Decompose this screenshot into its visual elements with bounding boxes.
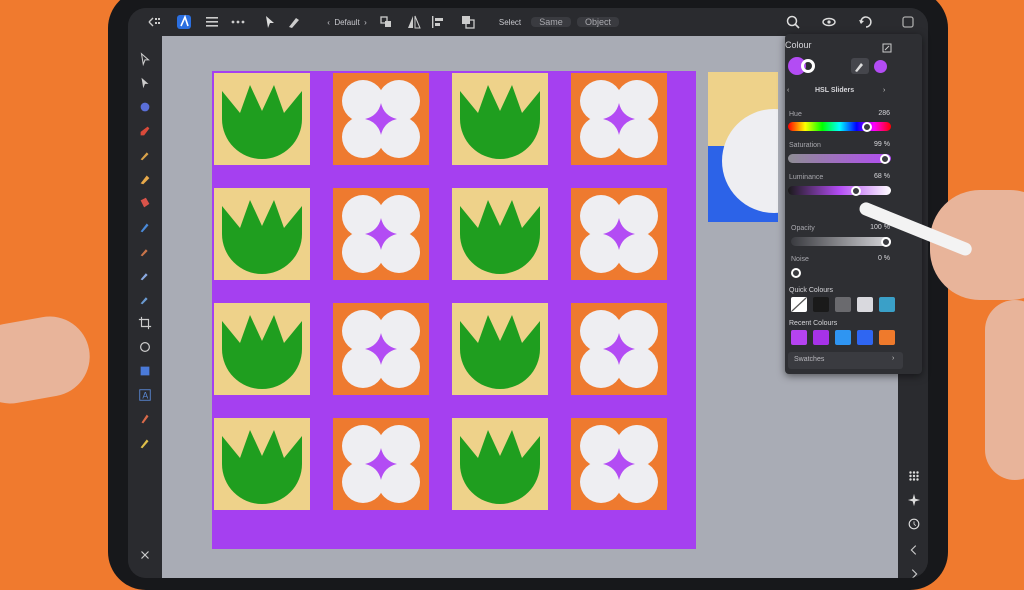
quick-colour-swatch[interactable] [857, 297, 873, 312]
chevron-right-icon[interactable]: › [883, 87, 885, 94]
move-icon[interactable] [136, 50, 154, 68]
hue-slider-knob[interactable] [861, 121, 872, 132]
opacity-value: 100 % [870, 224, 890, 231]
hue-slider[interactable] [788, 122, 891, 131]
hue-value: 286 [878, 110, 890, 117]
transparency-icon[interactable] [136, 266, 154, 284]
chevron-left-icon[interactable]: ‹ [787, 87, 789, 94]
pencil-tool-icon[interactable] [136, 434, 154, 452]
mode-label[interactable]: HSL Sliders [815, 87, 854, 94]
brush-icon[interactable] [136, 146, 154, 164]
svg-text:A: A [142, 391, 148, 401]
crop-icon[interactable] [136, 314, 154, 332]
snapping-icon[interactable] [376, 12, 396, 32]
chevron-right-icon[interactable] [906, 566, 922, 578]
saturation-label: Saturation [789, 142, 821, 149]
menu-icon[interactable] [202, 12, 222, 32]
colour-panel: Colour ‹ HSL Sliders › Hue 286 Saturatio… [785, 34, 922, 374]
home-grid-icon[interactable] [142, 12, 168, 32]
eyedropper-icon[interactable] [136, 242, 154, 260]
fill-icon[interactable] [136, 194, 154, 212]
recent-colour-swatch[interactable] [879, 330, 895, 345]
recent-colour-swatch[interactable] [857, 330, 873, 345]
quick-colour-swatch[interactable] [835, 297, 851, 312]
ellipse-icon[interactable] [136, 338, 154, 356]
colour-panel-expand-icon[interactable] [882, 40, 892, 53]
vector-pencil-icon[interactable] [136, 410, 154, 428]
swatches-button[interactable]: Swatches › [788, 352, 903, 369]
pixel-persona-icon[interactable] [284, 12, 304, 32]
pencil-icon[interactable] [136, 122, 154, 140]
recent-colour-swatch[interactable] [791, 330, 807, 345]
quick-colour-swatch[interactable] [791, 297, 807, 312]
arrange-icon[interactable] [458, 12, 478, 32]
recent-colour-swatch[interactable] [835, 330, 851, 345]
align-icon[interactable] [428, 12, 448, 32]
text-icon[interactable]: A [136, 386, 154, 404]
app-logo-icon[interactable] [174, 12, 194, 32]
luminance-slider[interactable] [788, 186, 891, 195]
select-label: Select [498, 17, 522, 27]
pen-icon[interactable] [136, 98, 154, 116]
chevron-right-icon: › [892, 355, 895, 362]
noise-value: 0 % [877, 255, 890, 262]
quick-colours-label: Quick Colours [789, 287, 833, 294]
opacity-slider-knob[interactable] [881, 236, 891, 247]
pointer-persona-icon[interactable] [260, 12, 280, 32]
quick-colour-swatch[interactable] [879, 297, 895, 312]
zoom-icon[interactable] [780, 12, 806, 32]
erase-icon[interactable] [136, 170, 154, 188]
object-label: Object [576, 17, 619, 27]
select-same-button[interactable]: Same [531, 12, 571, 32]
luminance-value: 68 % [874, 173, 890, 180]
saturation-value: 99 % [874, 141, 890, 148]
noise-label: Noise [791, 256, 809, 263]
left-hand [0, 310, 97, 410]
gradient-icon[interactable] [136, 218, 154, 236]
luminance-slider-knob[interactable] [851, 185, 862, 196]
eyedropper-button[interactable] [851, 58, 869, 74]
saturation-slider[interactable] [788, 154, 891, 163]
undo-icon[interactable] [852, 12, 878, 32]
node-icon[interactable] [136, 74, 154, 92]
right-palm [985, 300, 1024, 480]
preset-selector[interactable]: ‹ Default › [312, 12, 382, 32]
more-icon[interactable] [228, 12, 248, 32]
top-toolbar: ‹ Default › Select Same Object [128, 8, 928, 36]
studio-toggle-icon[interactable] [898, 12, 918, 32]
chevron-left-icon[interactable] [906, 542, 922, 558]
vector-brush-icon[interactable] [136, 290, 154, 308]
hue-label: Hue [789, 111, 802, 118]
recent-colour-swatch[interactable] [813, 330, 829, 345]
same-label: Same [531, 17, 571, 27]
current-colour-swatch[interactable] [874, 60, 887, 73]
grid-icon[interactable] [906, 468, 922, 484]
history-icon[interactable] [906, 516, 922, 532]
close-icon[interactable] [136, 546, 154, 564]
stroke-colour-well[interactable] [801, 59, 815, 73]
noise-slider-knob[interactable] [791, 268, 801, 278]
opacity-label: Opacity [791, 225, 815, 232]
select-object-button[interactable]: Object [574, 12, 622, 32]
opacity-slider[interactable] [791, 237, 891, 246]
luminance-label: Luminance [789, 174, 824, 181]
quick-colour-swatch[interactable] [813, 297, 829, 312]
flip-icon[interactable] [404, 12, 424, 32]
swatches-label: Swatches [794, 356, 825, 363]
view-mode-icon[interactable] [816, 12, 842, 32]
colour-panel-title: Colour [785, 40, 812, 50]
shape-icon[interactable] [136, 362, 154, 380]
snapping-star-icon[interactable] [906, 492, 922, 508]
preset-label: Default [334, 17, 360, 27]
recent-colours-label: Recent Colours [789, 320, 838, 327]
tools-panel: A [128, 36, 162, 578]
saturation-slider-knob[interactable] [880, 153, 891, 164]
